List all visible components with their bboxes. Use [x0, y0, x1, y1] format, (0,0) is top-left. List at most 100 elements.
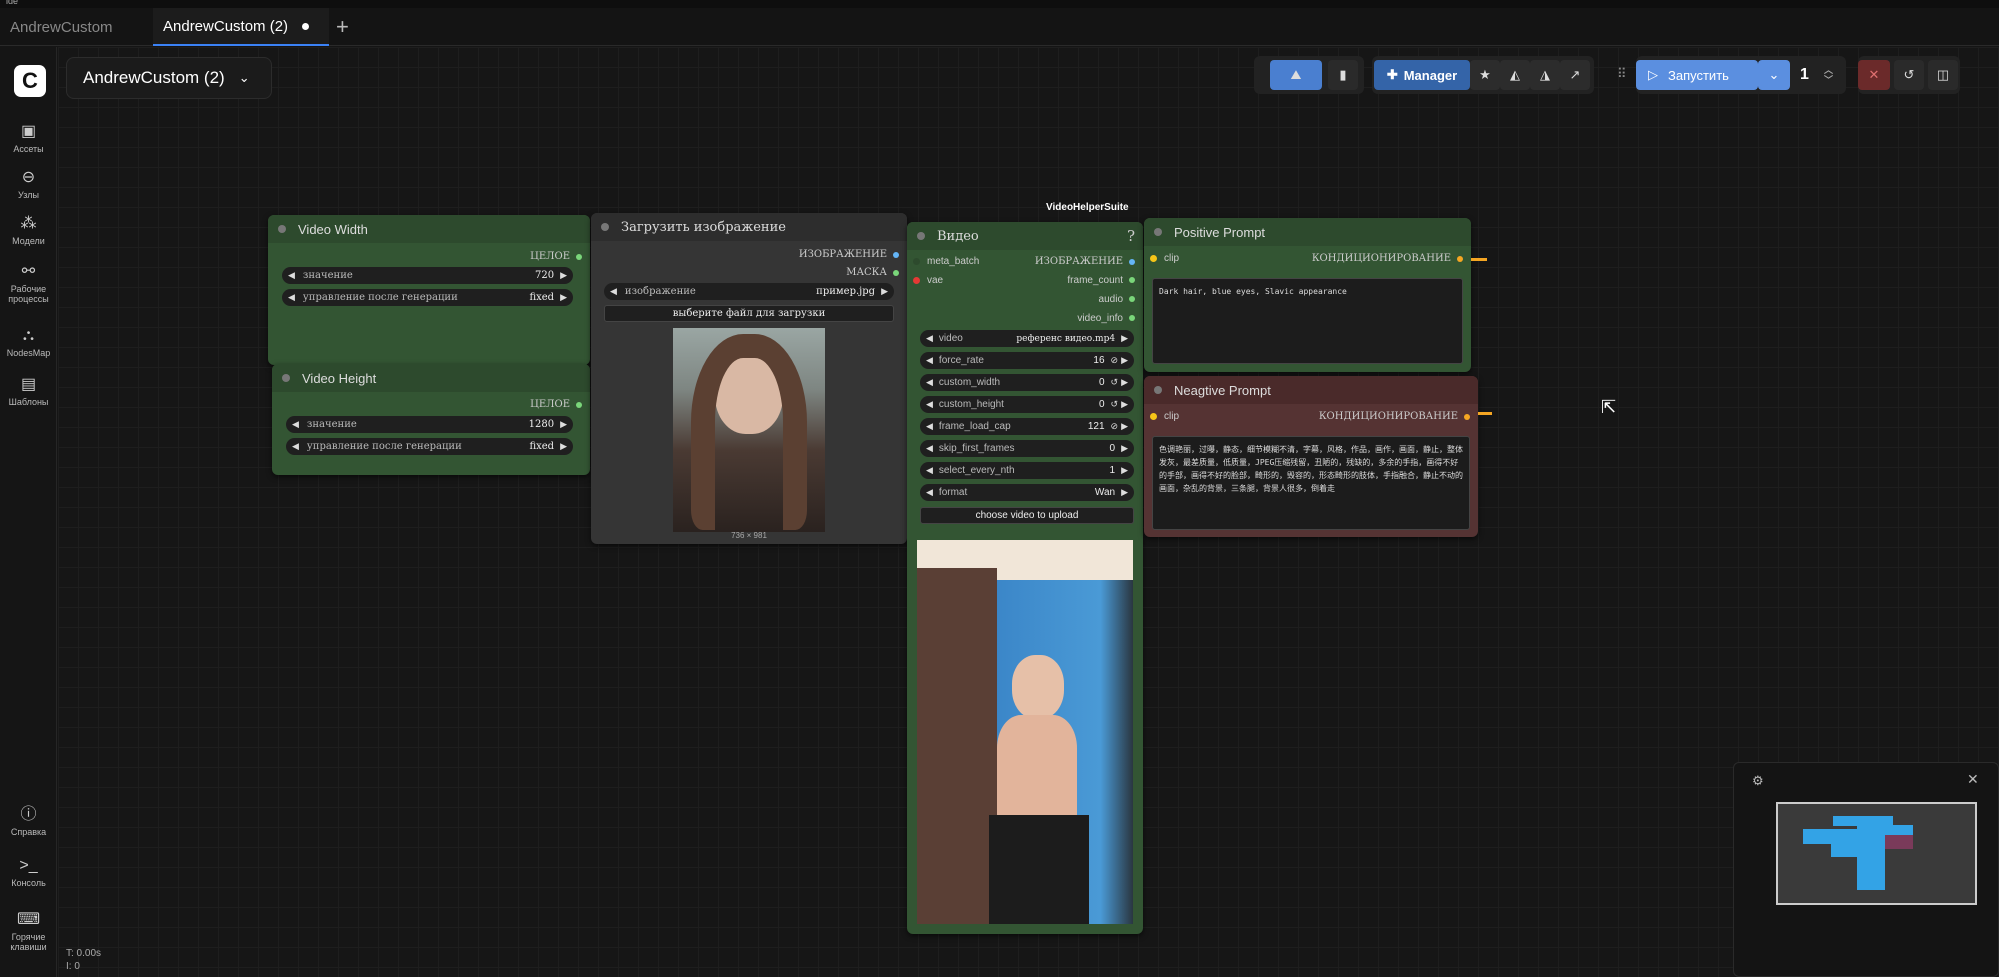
sidebar-item-help[interactable]: ⓘ Справка: [0, 800, 57, 837]
toggle-panel-button[interactable]: ◫: [1928, 60, 1958, 90]
decrement-arrow-icon[interactable]: ◀: [926, 355, 933, 366]
collapse-dot-icon[interactable]: [601, 223, 609, 231]
sidebar-item-nodesmap[interactable]: ⛬ NodesMap: [0, 327, 57, 358]
model-button-a[interactable]: ◭: [1500, 60, 1530, 90]
minimap-viewport[interactable]: [1776, 802, 1977, 905]
decrement-arrow-icon[interactable]: ◀: [926, 487, 933, 498]
output-slot-image[interactable]: ИЗОБРАЖЕНИЕ: [799, 249, 899, 260]
increment-arrow-icon[interactable]: ▶: [1121, 443, 1128, 454]
upload-video-button[interactable]: choose video to upload: [920, 507, 1134, 524]
format-widget[interactable]: ◀ format Wan ▶: [920, 484, 1134, 501]
drag-handle-icon[interactable]: ⠿: [1617, 66, 1627, 82]
decrement-arrow-icon[interactable]: ◀: [292, 420, 299, 430]
decrement-arrow-icon[interactable]: ◀: [926, 333, 933, 344]
output-slot-conditioning[interactable]: КОНДИЦИОНИРОВАНИЕ: [1312, 253, 1463, 264]
value-widget[interactable]: ◀ значение 1280 ▶: [286, 416, 573, 433]
output-slot-frame-count[interactable]: frame_count: [1067, 275, 1135, 286]
increment-arrow-icon[interactable]: ▶: [1121, 333, 1128, 344]
decrement-arrow-icon[interactable]: ◀: [926, 443, 933, 454]
reset-icon[interactable]: ↺: [1111, 377, 1119, 388]
node-title-bar[interactable]: Video Width: [268, 215, 590, 243]
custom-height-widget[interactable]: ◀ custom_height 0 ↺ ▶: [920, 396, 1134, 413]
output-dot-icon[interactable]: [576, 253, 582, 260]
decrement-arrow-icon[interactable]: ◀: [292, 442, 299, 452]
collapse-dot-icon[interactable]: [1154, 228, 1162, 236]
output-dot-icon[interactable]: [1129, 315, 1135, 322]
node-title-bar[interactable]: Загрузить изображение: [591, 213, 907, 241]
output-dot-icon[interactable]: [893, 269, 899, 276]
disable-icon[interactable]: ⊘: [1111, 355, 1119, 366]
reset-icon[interactable]: ↺: [1111, 399, 1119, 410]
close-icon[interactable]: ✕: [1967, 771, 1979, 788]
output-slot-mask[interactable]: МАСКА: [846, 267, 899, 278]
decrement-arrow-icon[interactable]: ◀: [288, 293, 295, 303]
workflow-title-dropdown[interactable]: AndrewCustom (2) ⌄: [66, 57, 272, 99]
node-video-height[interactable]: Video Height ЦЕЛОЕ ◀ значение 1280 ▶ ◀ управ…: [272, 364, 590, 475]
input-slot-clip[interactable]: clip: [1150, 411, 1179, 422]
increment-arrow-icon[interactable]: ▶: [560, 271, 567, 281]
history-button[interactable]: ↺: [1894, 60, 1924, 90]
sidebar-item-templates[interactable]: ▤ Шаблоны: [0, 374, 57, 407]
node-load-image[interactable]: Загрузить изображение ИЗОБРАЖЕНИЕ МАСКА …: [591, 213, 907, 544]
node-load-video[interactable]: Видео? meta_batch vae ИЗОБРАЖЕНИЕ frame_…: [907, 222, 1143, 934]
collapse-dot-icon[interactable]: [1154, 386, 1162, 394]
value-widget[interactable]: ◀ значение 720 ▶: [282, 267, 573, 284]
increment-arrow-icon[interactable]: ▶: [560, 420, 567, 430]
stepper-arrows-icon[interactable]: ︿ ﹀: [1824, 65, 1833, 85]
manager-button[interactable]: ✚ Manager: [1374, 60, 1470, 90]
add-tab-button[interactable]: +: [336, 14, 349, 40]
help-icon[interactable]: ?: [1127, 227, 1135, 245]
sidebar-item-workflows[interactable]: ⚯ Рабочие процессы: [0, 261, 57, 304]
node-title-bar[interactable]: Видео?: [907, 222, 1143, 250]
output-dot-icon[interactable]: [1129, 258, 1135, 265]
control-after-generate-widget[interactable]: ◀ управление после генерации fixed ▶: [286, 438, 573, 455]
comfy-registry-button[interactable]: ⛰: [1270, 60, 1322, 90]
collapse-dot-icon[interactable]: [278, 225, 286, 233]
node-title-bar[interactable]: Video Height: [272, 364, 590, 392]
decrement-arrow-icon[interactable]: ◀: [926, 399, 933, 410]
sidebar-item-nodes[interactable]: ⊖ Узлы: [0, 167, 57, 200]
sidebar-item-models[interactable]: ⁂ Модели: [0, 213, 57, 246]
increment-arrow-icon[interactable]: ▶: [1121, 465, 1128, 476]
cancel-run-button[interactable]: ✕: [1858, 60, 1890, 90]
comfy-logo-icon[interactable]: C: [14, 65, 46, 97]
input-dot-icon[interactable]: [913, 276, 920, 284]
decrement-arrow-icon[interactable]: ◀: [288, 271, 295, 281]
node-title-bar[interactable]: Neagtive Prompt: [1144, 376, 1478, 404]
input-slot-clip[interactable]: clip: [1150, 253, 1179, 264]
sidebar-item-console[interactable]: >_ Консоль: [0, 857, 57, 888]
tab-andrewcustom[interactable]: AndrewCustom: [0, 8, 152, 46]
decrement-arrow-icon[interactable]: ◀: [610, 287, 617, 297]
increment-arrow-icon[interactable]: ▶: [1121, 377, 1128, 388]
video-file-widget[interactable]: ◀ video референс видео.mp4 ▶: [920, 330, 1134, 347]
output-dot-icon[interactable]: [1457, 255, 1463, 262]
increment-arrow-icon[interactable]: ▶: [1121, 399, 1128, 410]
increment-arrow-icon[interactable]: ▶: [1121, 487, 1128, 498]
output-dot-icon[interactable]: [1464, 413, 1470, 420]
increment-arrow-icon[interactable]: ▶: [560, 442, 567, 452]
output-slot-audio[interactable]: audio: [1099, 294, 1135, 305]
skip-first-frames-widget[interactable]: ◀ skip_first_frames 0 ▶: [920, 440, 1134, 457]
queue-count-input[interactable]: 1 ︿ ﹀: [1790, 60, 1844, 90]
custom-width-widget[interactable]: ◀ custom_width 0 ↺ ▶: [920, 374, 1134, 391]
model-button-b[interactable]: ◮: [1530, 60, 1560, 90]
image-select-widget[interactable]: ◀ изображение пример.jpg ▶: [604, 283, 894, 300]
collapse-dot-icon[interactable]: [917, 232, 925, 240]
tab-andrewcustom-2[interactable]: AndrewCustom (2): [153, 8, 329, 46]
select-every-nth-widget[interactable]: ◀ select_every_nth 1 ▶: [920, 462, 1134, 479]
input-dot-icon[interactable]: [913, 257, 920, 265]
input-slot-vae[interactable]: vae: [913, 275, 943, 286]
output-dot-icon[interactable]: [576, 401, 582, 408]
disable-icon[interactable]: ⊘: [1111, 421, 1119, 432]
upload-image-button[interactable]: выберите файл для загрузки: [604, 305, 894, 322]
run-button[interactable]: ▷ Запустить: [1636, 60, 1758, 90]
force-rate-widget[interactable]: ◀ force_rate 16 ⊘ ▶: [920, 352, 1134, 369]
input-dot-icon[interactable]: [1150, 254, 1157, 262]
prompt-textarea[interactable]: 色调艳丽，过曝，静态，细节模糊不清，字幕，风格，作品，画作，画面，静止，整体发灰…: [1152, 436, 1470, 530]
output-dot-icon[interactable]: [1129, 277, 1135, 284]
decrement-arrow-icon[interactable]: ◀: [926, 465, 933, 476]
increment-arrow-icon[interactable]: ▶: [560, 293, 567, 303]
control-after-generate-widget[interactable]: ◀ управление после генерации fixed ▶: [282, 289, 573, 306]
increment-arrow-icon[interactable]: ▶: [1121, 421, 1128, 432]
output-dot-icon[interactable]: [893, 251, 899, 258]
